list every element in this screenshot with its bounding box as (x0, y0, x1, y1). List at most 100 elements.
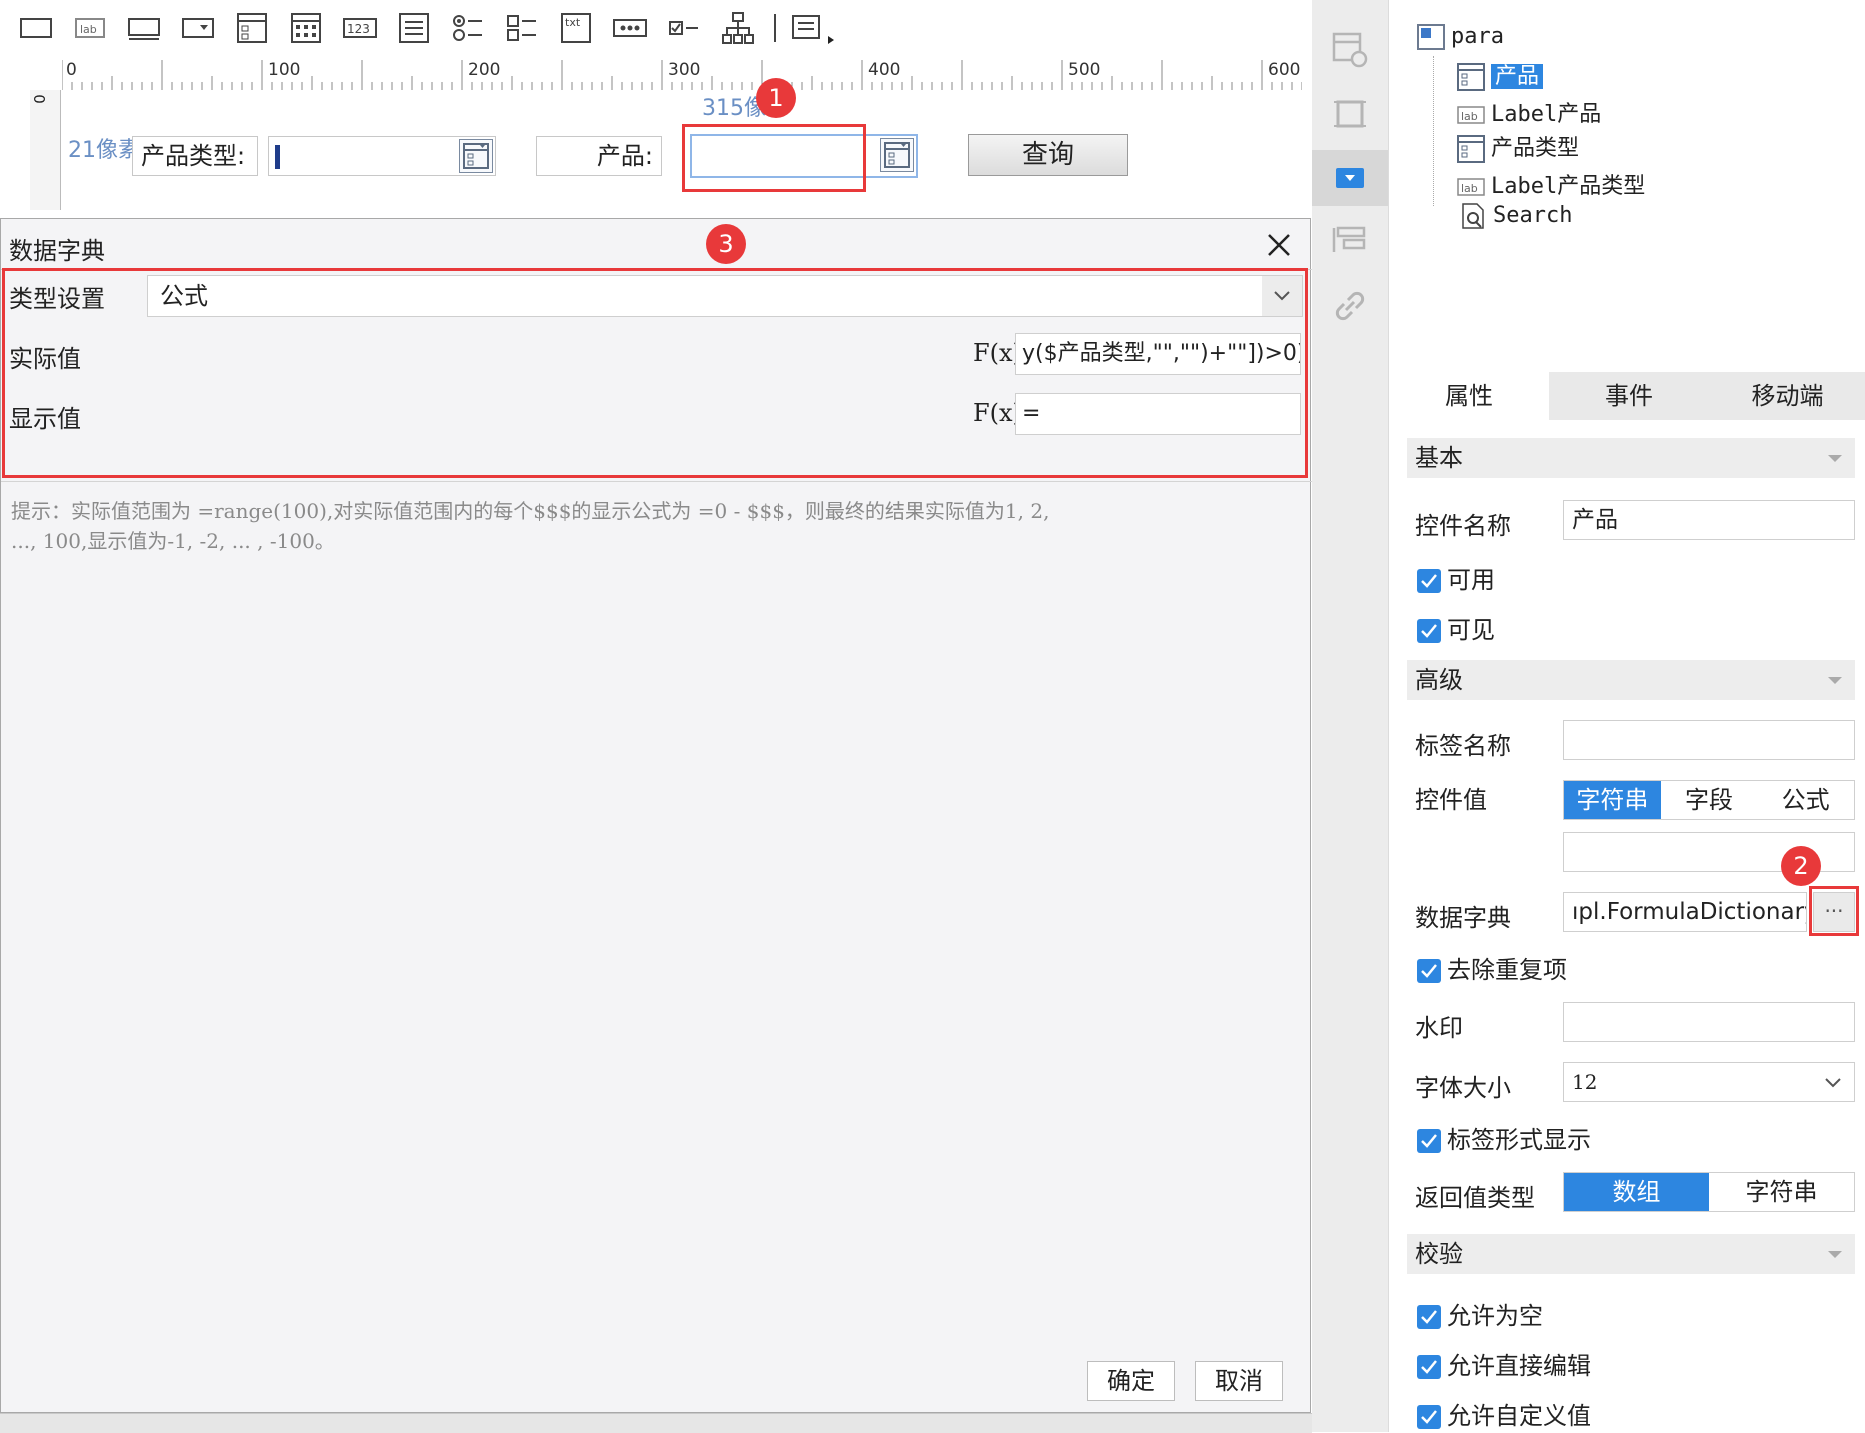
ruler-label-500: 500 (1068, 60, 1101, 80)
label-display-checkbox[interactable]: 标签形式显示 (1417, 1120, 1591, 1155)
widget-name-value: 产品 (1572, 507, 1618, 533)
widget-value-option-field[interactable]: 字段 (1661, 781, 1758, 819)
ruler-label-600: 600 (1268, 60, 1301, 80)
widget-toolbar: lab 123 txt (0, 0, 1312, 56)
checkbox-checked-icon (1417, 1405, 1441, 1429)
tag-name-input[interactable] (1563, 720, 1855, 760)
textarea-icon[interactable]: txt (558, 10, 594, 46)
svg-text:txt: txt (565, 16, 581, 29)
text-box-icon[interactable] (18, 10, 54, 46)
number-icon[interactable]: 123 (342, 10, 378, 46)
type-setting-value: 公式 (160, 282, 208, 310)
radio-group-icon[interactable] (450, 10, 486, 46)
product-type-label[interactable]: 产品类型: (132, 136, 258, 176)
widget-value-option-string[interactable]: 字符串 (1564, 781, 1661, 819)
widget-name-input[interactable]: 产品 (1563, 500, 1855, 540)
tree-root[interactable]: para (1417, 24, 1504, 50)
enabled-checkbox[interactable]: 可用 (1417, 560, 1495, 595)
tree-item-label-product[interactable]: lab Label产品 (1457, 96, 1601, 128)
visible-checkbox[interactable]: 可见 (1417, 610, 1495, 645)
data-dict-input[interactable]: ıpl.FormulaDictionary (1563, 892, 1807, 932)
checkbox-icon[interactable] (666, 10, 702, 46)
actual-value-label: 实际值 (9, 345, 81, 373)
return-type-option-string[interactable]: 字符串 (1709, 1173, 1854, 1211)
tree-guide-line (1433, 56, 1435, 206)
tree-item-product-label: 产品 (1491, 64, 1544, 89)
dropdown-icon[interactable] (180, 10, 216, 46)
label-display-label: 标签形式显示 (1447, 1126, 1591, 1154)
data-dict-edit-button[interactable]: ··· (1813, 892, 1855, 932)
label-icon[interactable]: lab (72, 10, 108, 46)
product-type-combo[interactable] (268, 136, 496, 176)
widget-settings-icon[interactable] (1330, 30, 1370, 70)
display-value-formula: = (1022, 401, 1041, 426)
allow-custom-checkbox[interactable]: 允许自定义值 (1417, 1396, 1591, 1431)
watermark-label: 水印 (1415, 1014, 1463, 1042)
frame-icon[interactable] (1330, 94, 1370, 134)
widget-value-option-formula[interactable]: 公式 (1757, 781, 1854, 819)
widget-value-label: 控件值 (1415, 786, 1487, 814)
date-icon[interactable] (288, 10, 324, 46)
ok-button[interactable]: 确定 (1087, 1361, 1175, 1401)
product-combo[interactable] (690, 134, 918, 178)
tip-line-1: 提示：实际值范围为 =range(100),对实际值范围内的每个$$$的显示公式… (11, 499, 1050, 523)
data-dict-label: 数据字典 (1415, 904, 1511, 932)
section-basic[interactable]: 基本 (1407, 438, 1855, 478)
font-size-select[interactable]: 12 (1563, 1062, 1855, 1102)
allow-empty-label: 允许为空 (1447, 1302, 1543, 1330)
close-icon[interactable] (1263, 229, 1295, 261)
svg-text:lab: lab (1461, 182, 1478, 195)
return-type-option-array[interactable]: 数组 (1564, 1173, 1709, 1211)
tree-item-search[interactable]: Search (1461, 202, 1572, 230)
product-combo-button-icon[interactable] (880, 138, 914, 172)
tip-line-2: ..., 100,显示值为-1, -2, ... , -100。 (11, 529, 335, 553)
remove-duplicates-checkbox[interactable]: 去除重复项 (1417, 950, 1567, 985)
section-validate[interactable]: 校验 (1407, 1234, 1855, 1274)
checkbox-checked-icon (1417, 619, 1441, 643)
data-dictionary-dialog: 数据字典 类型设置 公式 实际值 F(x) y($产品类型,"","")+""]… (0, 218, 1312, 1413)
password-icon[interactable] (612, 10, 648, 46)
return-type-toggle[interactable]: 数组 字符串 (1563, 1172, 1855, 1212)
widget-value-type-toggle[interactable]: 字符串 字段 公式 (1563, 780, 1855, 820)
allow-edit-checkbox[interactable]: 允许直接编辑 (1417, 1346, 1591, 1381)
property-tabs: 属性 事件 移动端 (1389, 372, 1865, 420)
tab-mobile[interactable]: 移动端 (1709, 372, 1865, 420)
link-icon[interactable] (1330, 286, 1370, 326)
tree-item-label-product-type[interactable]: lab Label产品类型 (1457, 168, 1645, 200)
dropdown-widget-icon[interactable] (1330, 158, 1370, 198)
list-icon[interactable] (396, 10, 432, 46)
button-icon[interactable] (126, 10, 162, 46)
chevron-down-icon[interactable] (1262, 276, 1302, 316)
design-canvas[interactable]: 21像素 315像 产品类型: 产品: 查询 (62, 90, 1302, 220)
chevron-down-icon (1828, 1251, 1842, 1258)
horizontal-ruler: 0 100 200 300 400 500 600 (62, 60, 1302, 91)
tree-combo-icon[interactable] (234, 10, 270, 46)
layout-icon[interactable] (1330, 222, 1370, 262)
font-size-value: 12 (1572, 1070, 1598, 1094)
checkbox-checked-icon (1417, 959, 1441, 983)
product-label[interactable]: 产品: (536, 136, 662, 176)
type-setting-select[interactable]: 公式 (147, 275, 1303, 317)
visible-label: 可见 (1447, 616, 1495, 644)
badge-1: 1 (756, 78, 796, 118)
more-icon[interactable] (790, 10, 840, 46)
query-button[interactable]: 查询 (968, 134, 1128, 176)
tree-item-product[interactable]: 产品 (1457, 58, 1544, 91)
watermark-input[interactable] (1563, 1002, 1855, 1042)
allow-empty-checkbox[interactable]: 允许为空 (1417, 1296, 1543, 1331)
search-button-icon (1461, 202, 1487, 230)
display-value-input[interactable]: = (1015, 393, 1301, 435)
cancel-button[interactable]: 取消 (1195, 1361, 1283, 1401)
tree-combo-button-icon[interactable] (459, 139, 493, 173)
tab-properties[interactable]: 属性 (1389, 372, 1549, 420)
allow-edit-label: 允许直接编辑 (1447, 1352, 1591, 1380)
actual-value-formula: y($产品类型,"","")+""])>0)")) (1022, 341, 1300, 366)
section-advanced[interactable]: 高级 (1407, 660, 1855, 700)
tree-icon[interactable] (720, 10, 756, 46)
tree-combo-icon (1457, 135, 1485, 163)
tab-events[interactable]: 事件 (1549, 372, 1709, 420)
actual-value-input[interactable]: y($产品类型,"","")+""])>0)")) (1015, 333, 1301, 375)
text-cursor (275, 145, 280, 169)
tree-item-product-type[interactable]: 产品类型 (1457, 130, 1579, 163)
checkbox-group-icon[interactable] (504, 10, 540, 46)
